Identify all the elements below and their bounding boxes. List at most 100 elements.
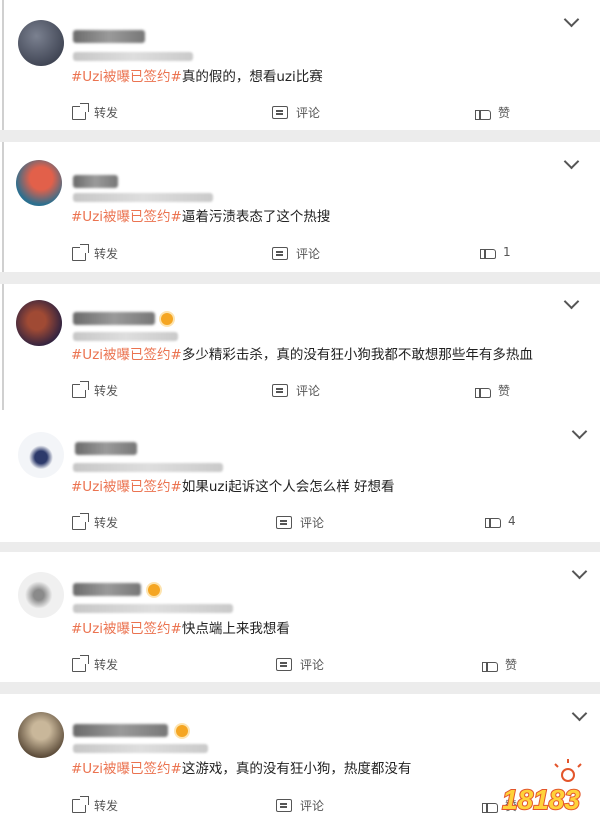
avatar[interactable] (16, 300, 62, 346)
post-body: 真的假的，想看uzi比赛 (181, 69, 323, 85)
comment-label: 评论 (296, 106, 321, 120)
like-button[interactable]: 4 (485, 514, 516, 528)
share-label: 转发 (94, 516, 119, 530)
like-label: 赞 (505, 658, 518, 672)
comment-label: 评论 (296, 384, 321, 398)
post-body: 这游戏，真的没有狂小狗，热度都没有 (181, 761, 412, 777)
share-icon (72, 102, 89, 120)
post-body: 如果uzi起诉这个人会怎么样 好想看 (181, 479, 395, 495)
comment-button[interactable]: 评论 (272, 382, 320, 399)
chevron-down-icon[interactable] (563, 11, 580, 28)
watermark-text: 18183 (502, 784, 580, 815)
thumbs-up-icon (485, 514, 501, 528)
verified-badge-icon (148, 584, 160, 596)
post-meta (73, 52, 193, 61)
share-button[interactable]: 转发 (72, 795, 119, 814)
comment-icon (276, 799, 292, 812)
post-meta (73, 332, 178, 341)
post-card: #Uzi被曝已签约#快点端上来我想看 转发 评论 赞 (0, 552, 600, 682)
share-label: 转发 (94, 384, 119, 398)
site-watermark-logo: 18183 (501, 759, 582, 816)
topic-tag[interactable]: #Uzi被曝已签约# (71, 69, 182, 85)
avatar[interactable] (18, 432, 64, 478)
share-button[interactable]: 转发 (72, 512, 119, 531)
topic-tag[interactable]: #Uzi被曝已签约# (71, 209, 182, 225)
topic-tag[interactable]: #Uzi被曝已签约# (71, 761, 182, 777)
comment-button[interactable]: 评论 (272, 245, 320, 262)
post-card: #Uzi被曝已签约#真的假的，想看uzi比赛 转发 评论 赞 (0, 0, 600, 130)
post-body: 快点端上来我想看 (181, 621, 290, 637)
comment-button[interactable]: 评论 (276, 797, 324, 814)
comment-label: 评论 (296, 247, 321, 261)
post-text: #Uzi被曝已签约#多少精彩击杀，真的没有狂小狗我都不敢想那些年有多热血 (71, 346, 533, 364)
post-card: #Uzi被曝已签约#多少精彩击杀，真的没有狂小狗我都不敢想那些年有多热血 转发 … (0, 284, 600, 414)
avatar[interactable] (18, 572, 64, 618)
topic-tag[interactable]: #Uzi被曝已签约# (71, 621, 182, 637)
comment-button[interactable]: 评论 (276, 514, 324, 531)
logo-sun-icon (554, 759, 582, 782)
topic-tag[interactable]: #Uzi被曝已签约# (71, 347, 182, 363)
share-label: 转发 (94, 106, 119, 120)
share-icon (72, 795, 89, 813)
post-card: #Uzi被曝已签约#如果uzi起诉这个人会怎么样 好想看 转发 评论 4 (0, 410, 600, 542)
comment-icon (272, 247, 288, 260)
username[interactable] (73, 583, 141, 596)
comment-label: 评论 (300, 799, 325, 813)
comment-label: 评论 (300, 658, 325, 672)
comment-icon (272, 384, 288, 397)
comment-icon (276, 516, 292, 529)
share-icon (72, 512, 89, 530)
topic-tag[interactable]: #Uzi被曝已签约# (71, 479, 182, 495)
post-meta (73, 193, 213, 202)
like-label: 4 (508, 514, 516, 528)
share-icon (72, 380, 89, 398)
comment-icon (272, 106, 288, 119)
chevron-down-icon[interactable] (571, 563, 588, 580)
like-button[interactable]: 赞 (475, 382, 510, 399)
thumbs-up-icon (482, 658, 498, 672)
chevron-down-icon[interactable] (563, 293, 580, 310)
thumbs-up-icon (480, 245, 496, 259)
chevron-down-icon[interactable] (571, 423, 588, 440)
username[interactable] (73, 312, 155, 325)
like-button[interactable]: 1 (480, 245, 511, 259)
chevron-down-icon[interactable] (563, 153, 580, 170)
share-button[interactable]: 转发 (72, 654, 119, 673)
chevron-down-icon[interactable] (571, 705, 588, 722)
share-label: 转发 (94, 247, 119, 261)
comment-icon (276, 658, 292, 671)
thumbs-up-icon (475, 106, 491, 120)
post-text: #Uzi被曝已签约#快点端上来我想看 (71, 620, 290, 638)
share-button[interactable]: 转发 (72, 102, 119, 121)
avatar[interactable] (18, 712, 64, 758)
comment-label: 评论 (300, 516, 325, 530)
avatar[interactable] (16, 160, 62, 206)
share-icon (72, 654, 89, 672)
post-card: #Uzi被曝已签约#逼着污渍表态了这个热搜 转发 评论 1 (0, 142, 600, 272)
username[interactable] (75, 442, 137, 455)
share-button[interactable]: 转发 (72, 380, 119, 399)
username[interactable] (73, 30, 145, 43)
like-label: 1 (503, 245, 511, 259)
username[interactable] (73, 175, 118, 188)
like-button[interactable]: 赞 (475, 104, 510, 121)
post-body: 逼着污渍表态了这个热搜 (181, 209, 331, 225)
comment-button[interactable]: 评论 (276, 656, 324, 673)
like-label: 赞 (498, 106, 511, 120)
post-text: #Uzi被曝已签约#这游戏，真的没有狂小狗，热度都没有 (71, 760, 411, 778)
thumbs-up-icon (475, 384, 491, 398)
like-button[interactable]: 赞 (482, 656, 517, 673)
post-meta (73, 744, 208, 753)
comment-button[interactable]: 评论 (272, 104, 320, 121)
avatar[interactable] (18, 20, 64, 66)
post-text: #Uzi被曝已签约#如果uzi起诉这个人会怎么样 好想看 (71, 478, 395, 496)
share-button[interactable]: 转发 (72, 243, 119, 262)
post-body: 多少精彩击杀，真的没有狂小狗我都不敢想那些年有多热血 (181, 347, 533, 363)
like-label: 赞 (498, 384, 511, 398)
username[interactable] (73, 724, 168, 737)
share-label: 转发 (94, 658, 119, 672)
post-text: #Uzi被曝已签约#逼着污渍表态了这个热搜 (71, 208, 330, 226)
verified-badge-icon (161, 313, 173, 325)
verified-badge-icon (176, 725, 188, 737)
share-label: 转发 (94, 799, 119, 813)
